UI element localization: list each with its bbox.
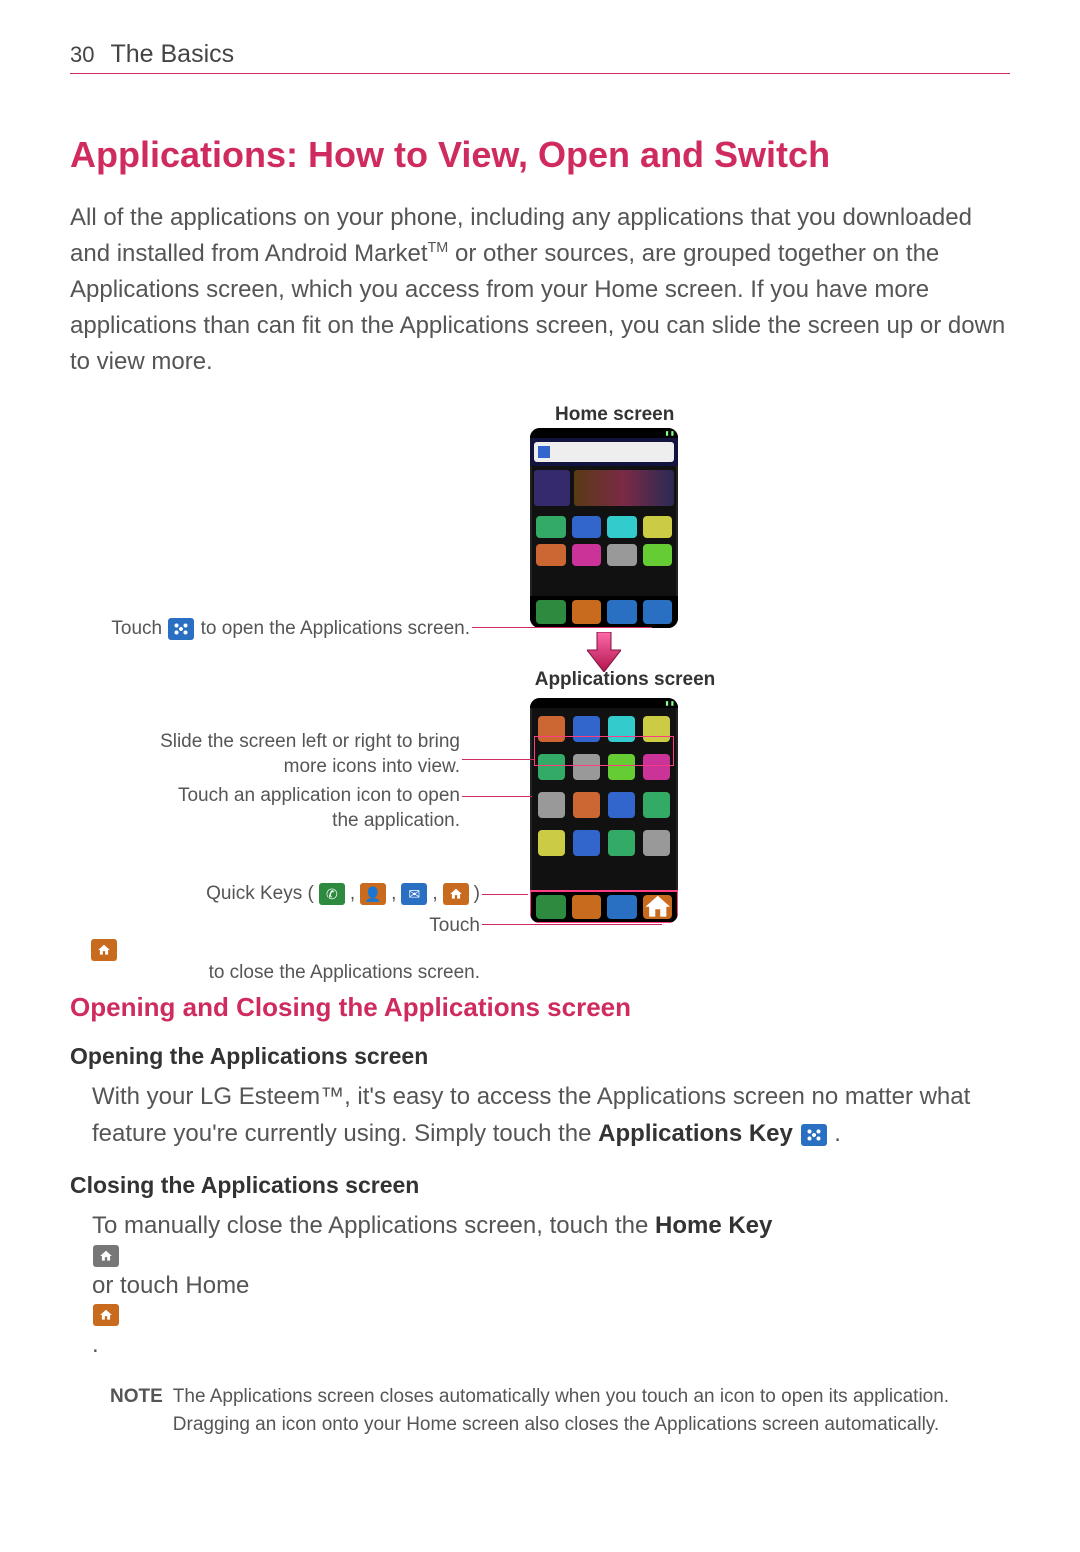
dock-messaging-icon-2: [607, 895, 637, 919]
dock-contacts-icon-2: [572, 895, 602, 919]
status-bar: ▮▮: [530, 428, 678, 438]
note-label: NOTE: [110, 1383, 163, 1440]
home-icon-grid: [530, 510, 678, 568]
dock-row-apps: [530, 891, 678, 923]
caption-apps-screen: Applications screen: [525, 669, 725, 691]
dock-phone-icon: [536, 600, 566, 624]
subsection-closing: Closing the Applications screen: [70, 1172, 1010, 1199]
apps-key-icon: [168, 618, 194, 640]
page-title: Applications: How to View, Open and Swit…: [70, 134, 1010, 176]
section-heading: Opening and Closing the Applications scr…: [70, 992, 1010, 1023]
phone-apps-screen: ▮▮: [530, 698, 678, 923]
opening-paragraph: With your LG Esteem™, it's easy to acces…: [92, 1078, 1010, 1152]
apps-icon-grid: [530, 708, 678, 890]
diagram: Home screen ▮▮ Applications screen ▮▮: [70, 404, 1010, 964]
callout-slide: Slide the screen left or right to bring …: [160, 730, 460, 779]
widget-row: [534, 470, 674, 506]
quick-key-phone-icon: ✆: [319, 883, 345, 905]
home-icon-inline: [93, 1304, 119, 1326]
intro-paragraph: All of the applications on your phone, i…: [70, 200, 1010, 380]
page-number: 30: [70, 42, 94, 68]
page-header: 30 The Basics: [70, 40, 1010, 74]
status-bar-2: ▮▮: [530, 698, 678, 708]
leader-line: [482, 924, 662, 925]
callout-touch-icon: Touch an application icon to open the ap…: [150, 784, 460, 833]
search-box: [534, 442, 674, 462]
dock-home-icon: [643, 895, 673, 919]
home-key-icon: [93, 1245, 119, 1267]
trademark-sup: TM: [428, 240, 449, 256]
note-block: NOTE The Applications screen closes auto…: [110, 1383, 1010, 1440]
quick-key-home-icon: [443, 883, 469, 905]
caption-home-screen: Home screen: [555, 404, 674, 426]
quick-key-messaging-icon: ✉: [401, 883, 427, 905]
dock-row: [530, 596, 678, 628]
callout-open-apps: Touch to open the Applications screen.: [90, 617, 470, 642]
dock-apps-icon: [643, 600, 673, 624]
note-text: The Applications screen closes automatic…: [173, 1383, 1010, 1440]
quick-key-contacts-icon: 👤: [360, 883, 386, 905]
phone-home-screen: ▮▮: [530, 428, 678, 628]
dock-phone-icon-2: [536, 895, 566, 919]
home-key-label: Home Key: [655, 1212, 772, 1239]
callout-quick-keys: Quick Keys ( ✆, 👤, ✉, ): [180, 882, 480, 907]
home-icon: [91, 939, 117, 961]
callout-close-apps: Touch to close the Applications screen.: [90, 914, 480, 985]
leader-line: [462, 796, 532, 797]
chapter-title: The Basics: [110, 40, 234, 69]
leader-line: [462, 759, 534, 760]
subsection-opening: Opening the Applications screen: [70, 1043, 1010, 1070]
arrow-down-icon: [587, 632, 621, 672]
dock-messaging-icon: [607, 600, 637, 624]
dock-contacts-icon: [572, 600, 602, 624]
closing-paragraph: To manually close the Applications scree…: [92, 1207, 1010, 1363]
search-icon: [538, 446, 550, 458]
apps-key-icon-inline: [801, 1124, 827, 1146]
leader-line: [482, 894, 528, 895]
applications-key-label: Applications Key: [598, 1120, 793, 1147]
search-row: [530, 438, 678, 466]
leader-line: [472, 627, 652, 628]
